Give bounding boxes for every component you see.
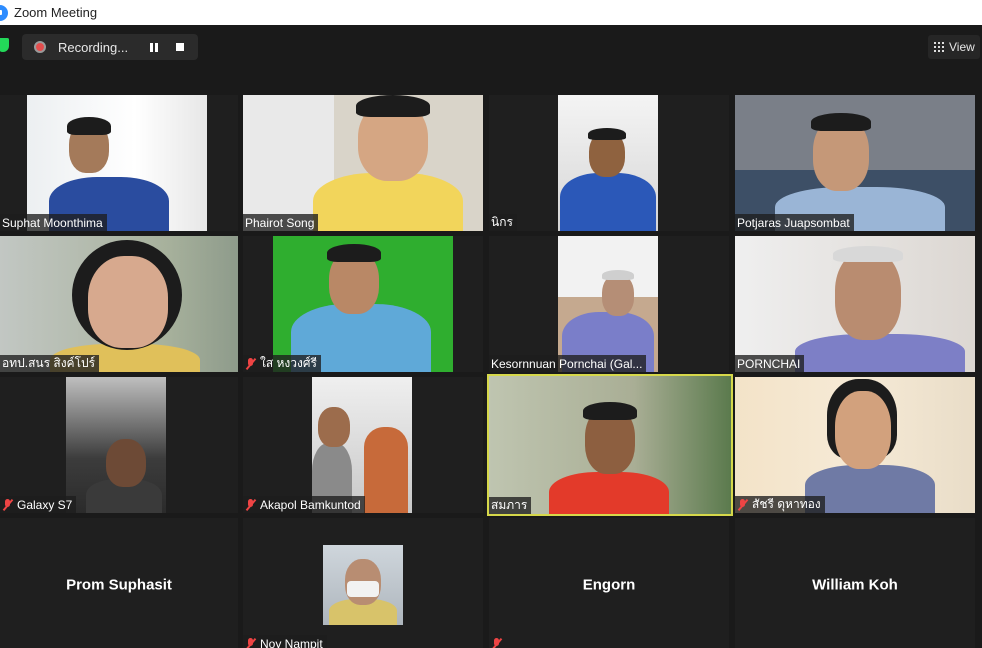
participant-tile[interactable]: Kesornnuan Pornchai (Gal...	[489, 236, 729, 372]
muted-mic-icon	[2, 499, 13, 511]
participant-name-tag: Galaxy S7	[0, 496, 76, 513]
participant-name-tag: Suphat Moonthima	[0, 214, 107, 231]
participant-name: Suphat Moonthima	[2, 216, 103, 230]
stop-recording-button[interactable]	[170, 37, 190, 57]
record-icon	[34, 41, 46, 53]
muted-mic-icon	[245, 499, 256, 511]
video-feed	[66, 377, 166, 513]
window-title-bar: Zoom Meeting	[0, 0, 982, 25]
participant-tile[interactable]: Galaxy S7	[0, 377, 238, 513]
participant-tile[interactable]: Prom Suphasit	[0, 518, 238, 648]
muted-mic-icon	[737, 499, 748, 511]
participant-name-tag	[489, 635, 510, 648]
active-speaker-tile[interactable]: สมภาร	[487, 374, 733, 516]
zoom-logo-icon	[0, 5, 8, 21]
participant-tile[interactable]: Potjaras Juapsombat	[735, 95, 975, 231]
video-feed	[0, 236, 238, 372]
participant-tile[interactable]: Phairot Song	[243, 95, 483, 231]
participant-name-tag: Phairot Song	[243, 214, 318, 231]
participant-name-tag: อทป.สนร สิงค์โปร์	[0, 355, 99, 372]
participant-name: Potjaras Juapsombat	[737, 216, 850, 230]
meeting-top-bar: Recording... View	[0, 25, 982, 93]
participant-name-tag: Noy Nampit	[243, 635, 327, 648]
muted-mic-icon	[245, 358, 256, 370]
participant-tile[interactable]: Engorn	[489, 518, 729, 648]
video-feed	[735, 236, 975, 372]
participant-tile[interactable]: ใส หงวงศ์รี	[243, 236, 483, 372]
pause-recording-button[interactable]	[144, 37, 164, 57]
window-title: Zoom Meeting	[14, 5, 97, 20]
video-feed	[489, 376, 731, 514]
video-feed	[243, 95, 483, 231]
video-feed	[735, 95, 975, 231]
participant-name: Kesornnuan Pornchai (Gal...	[491, 357, 642, 371]
stop-icon	[176, 43, 184, 51]
participant-name: นิกร	[491, 213, 513, 231]
participant-name-tag: สัชรี ดุหาทอง	[735, 496, 825, 513]
video-feed	[273, 236, 453, 372]
participant-tile[interactable]: Noy Nampit	[243, 518, 483, 648]
participant-tile[interactable]: สัชรี ดุหาทอง	[735, 377, 975, 513]
participant-name-tag: นิกร	[489, 214, 517, 231]
participant-name: Phairot Song	[245, 216, 314, 230]
participant-tile[interactable]: Suphat Moonthima	[0, 95, 238, 231]
participant-tile[interactable]: อทป.สนร สิงค์โปร์	[0, 236, 238, 372]
participant-name-tag: Akapol Bamkuntod	[243, 496, 365, 513]
participant-name: PORNCHAI	[737, 357, 800, 371]
participant-name: Akapol Bamkuntod	[260, 498, 361, 512]
participant-name: William Koh	[735, 577, 975, 594]
participant-name-tag: ใส หงวงศ์รี	[243, 355, 321, 372]
participant-name: Galaxy S7	[17, 498, 72, 512]
participant-name: อทป.สนร สิงค์โปร์	[2, 354, 95, 372]
participant-name: Engorn	[489, 577, 729, 594]
video-feed	[558, 236, 658, 372]
video-feed	[735, 377, 975, 513]
participant-name-tag: Kesornnuan Pornchai (Gal...	[489, 355, 646, 372]
recording-label: Recording...	[58, 40, 138, 55]
participant-tile[interactable]: PORNCHAI	[735, 236, 975, 372]
recording-indicator: Recording...	[22, 34, 198, 60]
video-feed	[27, 95, 207, 231]
grid-view-icon	[934, 42, 944, 52]
view-button[interactable]: View	[928, 35, 980, 59]
participant-name: Prom Suphasit	[0, 577, 238, 594]
view-label: View	[949, 40, 975, 54]
participant-name: Noy Nampit	[260, 637, 323, 648]
pause-icon	[150, 43, 158, 52]
participant-tile[interactable]: นิกร	[489, 95, 729, 231]
encryption-shield-icon[interactable]	[0, 38, 9, 52]
participant-name-tag: สมภาร	[489, 497, 531, 514]
participant-name-tag: Potjaras Juapsombat	[735, 214, 854, 231]
participant-name: ใส หงวงศ์รี	[260, 354, 317, 372]
participant-name-tag: PORNCHAI	[735, 355, 804, 372]
profile-picture	[323, 545, 403, 625]
participant-tile[interactable]: William Koh	[735, 518, 975, 648]
video-feed	[312, 377, 412, 513]
video-feed	[558, 95, 658, 231]
participant-name: สมภาร	[491, 496, 527, 515]
participant-name: สัชรี ดุหาทอง	[752, 495, 821, 513]
participant-tile[interactable]: Akapol Bamkuntod	[243, 377, 483, 513]
